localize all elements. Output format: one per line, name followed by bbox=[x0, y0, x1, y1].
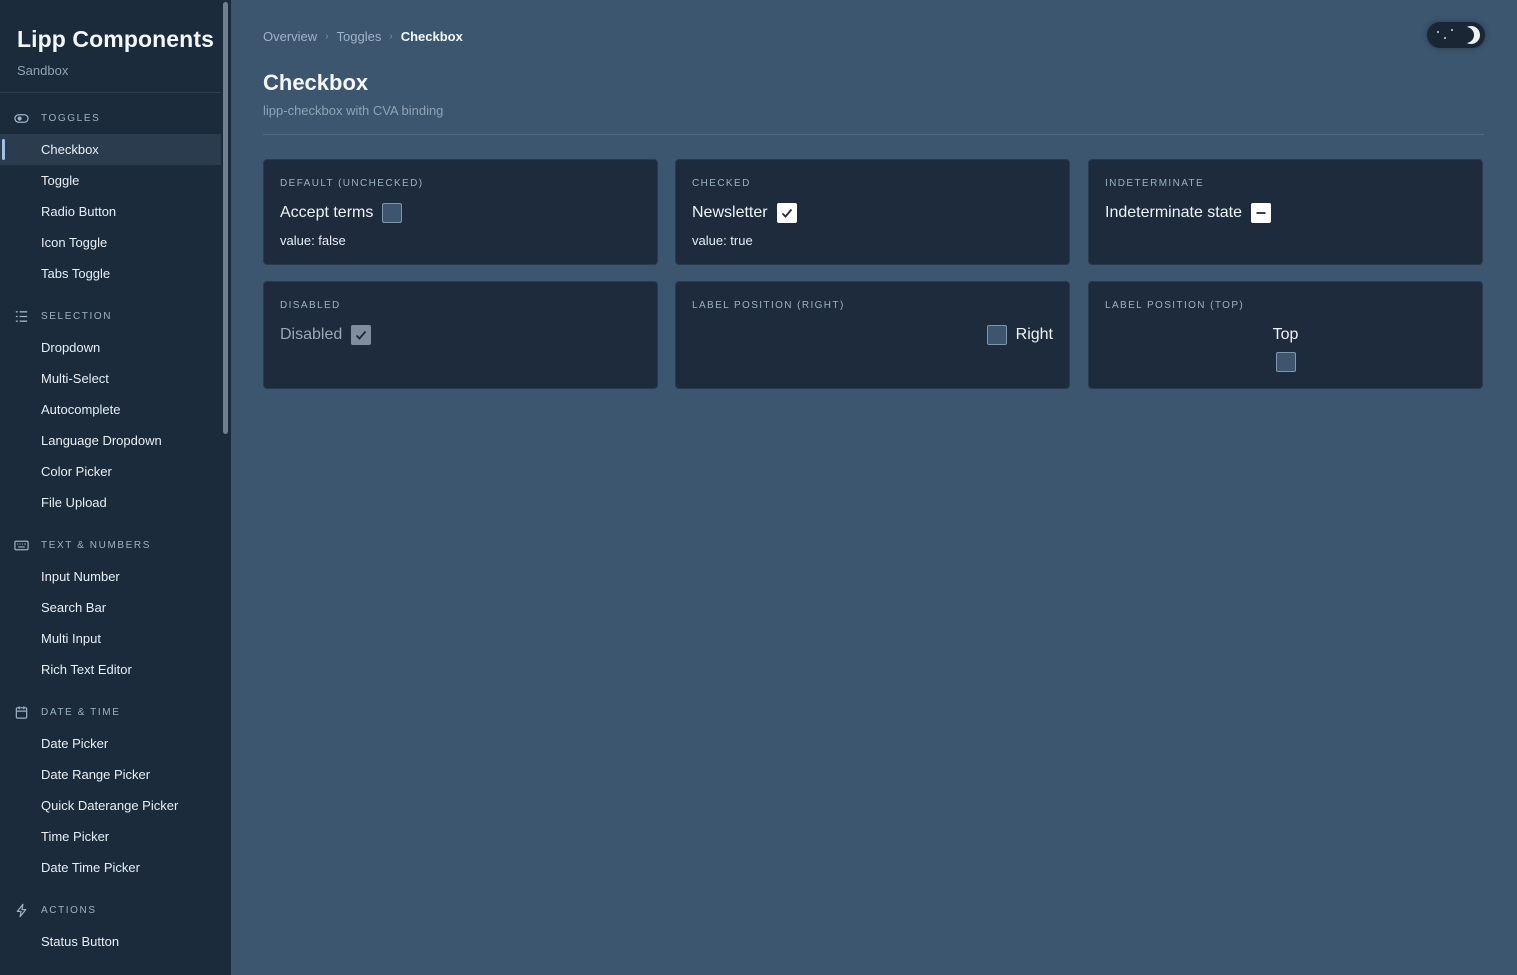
app-root: Lipp Components Sandbox TOGGLES Checkbox… bbox=[0, 0, 1517, 975]
sidebar-nav: TOGGLES Checkbox Toggle Radio Button Ico… bbox=[0, 103, 221, 957]
card-title: DEFAULT (UNCHECKED) bbox=[280, 178, 424, 189]
brand-subtitle: Sandbox bbox=[17, 63, 69, 78]
sidebar-item-autocomplete[interactable]: Autocomplete bbox=[0, 394, 221, 425]
checkbox-box[interactable] bbox=[1250, 203, 1271, 223]
sidebar: Lipp Components Sandbox TOGGLES Checkbox… bbox=[0, 0, 231, 975]
header-divider bbox=[263, 134, 1484, 135]
section-label: TEXT & NUMBERS bbox=[41, 540, 152, 551]
sidebar-item-search-bar[interactable]: Search Bar bbox=[0, 592, 221, 623]
section-label: TOGGLES bbox=[41, 113, 101, 124]
checkbox-box[interactable] bbox=[382, 203, 403, 223]
keyboard-icon bbox=[13, 538, 29, 554]
section-text-numbers: TEXT & NUMBERS bbox=[0, 530, 221, 561]
section-label: SELECTION bbox=[41, 311, 113, 322]
sidebar-item-icon-toggle[interactable]: Icon Toggle bbox=[0, 227, 221, 258]
card-checked: CHECKED Newsletter value: true bbox=[675, 159, 1070, 265]
moon-icon bbox=[1458, 26, 1480, 44]
checkbox-newsletter[interactable]: Newsletter bbox=[692, 203, 797, 223]
checkbox-label: Top bbox=[1272, 326, 1299, 343]
card-label-position-top: LABEL POSITION (TOP) Top bbox=[1088, 281, 1483, 389]
section-toggles: TOGGLES bbox=[0, 103, 221, 134]
card-title: CHECKED bbox=[692, 178, 751, 189]
brand-title: Lipp Components bbox=[17, 26, 214, 52]
star-icon bbox=[1451, 29, 1453, 31]
checkmark-icon bbox=[356, 330, 367, 340]
checkbox-box[interactable] bbox=[1275, 352, 1296, 372]
checkbox-label: Right bbox=[1015, 326, 1053, 343]
calendar-icon bbox=[13, 705, 29, 721]
minus-icon bbox=[1256, 212, 1266, 214]
checkbox-indeterminate[interactable]: Indeterminate state bbox=[1105, 203, 1271, 223]
sidebar-item-dropdown[interactable]: Dropdown bbox=[0, 332, 221, 363]
sidebar-item-input-number[interactable]: Input Number bbox=[0, 561, 221, 592]
sidebar-item-toggle[interactable]: Toggle bbox=[0, 165, 221, 196]
chevron-right-icon: › bbox=[389, 31, 393, 42]
card-disabled: DISABLED Disabled bbox=[263, 281, 658, 389]
checkbox-value: value: true bbox=[692, 233, 753, 248]
sidebar-item-quick-daterange-picker[interactable]: Quick Daterange Picker bbox=[0, 790, 221, 821]
card-title: LABEL POSITION (RIGHT) bbox=[692, 300, 845, 311]
card-indeterminate: INDETERMINATE Indeterminate state bbox=[1088, 159, 1483, 265]
checkbox-box[interactable] bbox=[986, 325, 1007, 345]
checkmark-icon bbox=[781, 208, 792, 218]
sidebar-item-checkbox[interactable]: Checkbox bbox=[0, 134, 221, 165]
sidebar-item-multi-select[interactable]: Multi-Select bbox=[0, 363, 221, 394]
sidebar-item-date-picker[interactable]: Date Picker bbox=[0, 728, 221, 759]
page-title: Checkbox bbox=[263, 70, 369, 95]
sidebar-item-file-upload[interactable]: File Upload bbox=[0, 487, 221, 518]
checkbox-accept-terms[interactable]: Accept terms bbox=[280, 203, 403, 223]
sidebar-item-date-range-picker[interactable]: Date Range Picker bbox=[0, 759, 221, 790]
section-date-time: DATE & TIME bbox=[0, 697, 221, 728]
breadcrumb-current: Checkbox bbox=[400, 29, 463, 44]
card-label-position-right: LABEL POSITION (RIGHT) Right bbox=[675, 281, 1070, 389]
checkbox-label-top[interactable]: Top bbox=[1089, 326, 1482, 372]
section-actions: ACTIONS bbox=[0, 895, 221, 926]
checkbox-value: value: false bbox=[280, 233, 346, 248]
section-label: DATE & TIME bbox=[41, 707, 121, 718]
card-title: LABEL POSITION (TOP) bbox=[1105, 300, 1245, 311]
breadcrumb-toggles[interactable]: Toggles bbox=[337, 29, 382, 44]
checkbox-box[interactable] bbox=[776, 203, 797, 223]
section-selection: SELECTION bbox=[0, 301, 221, 332]
sidebar-item-language-dropdown[interactable]: Language Dropdown bbox=[0, 425, 221, 456]
checkbox-label: Accept terms bbox=[280, 204, 374, 221]
brand: Lipp Components Sandbox bbox=[17, 26, 217, 78]
breadcrumb-overview[interactable]: Overview bbox=[263, 29, 317, 44]
bolt-icon bbox=[13, 903, 29, 919]
list-icon bbox=[13, 309, 29, 325]
star-icon bbox=[1444, 37, 1446, 39]
sidebar-item-color-picker[interactable]: Color Picker bbox=[0, 456, 221, 487]
chevron-right-icon: › bbox=[325, 31, 329, 42]
sidebar-item-radio-button[interactable]: Radio Button bbox=[0, 196, 221, 227]
checkbox-label: Indeterminate state bbox=[1105, 204, 1242, 221]
sidebar-item-date-time-picker[interactable]: Date Time Picker bbox=[0, 852, 221, 883]
star-icon bbox=[1437, 31, 1439, 33]
brand-divider bbox=[0, 92, 221, 93]
checkbox-box bbox=[351, 325, 372, 345]
sidebar-item-time-picker[interactable]: Time Picker bbox=[0, 821, 221, 852]
sidebar-scrollbar[interactable] bbox=[223, 2, 228, 434]
checkbox-label-right[interactable]: Right bbox=[986, 325, 1053, 345]
checkbox-label: Disabled bbox=[280, 326, 343, 343]
card-default-unchecked: DEFAULT (UNCHECKED) Accept terms value: … bbox=[263, 159, 658, 265]
checkbox-label: Newsletter bbox=[692, 204, 768, 221]
sidebar-item-multi-input[interactable]: Multi Input bbox=[0, 623, 221, 654]
card-title: INDETERMINATE bbox=[1105, 178, 1205, 189]
theme-toggle[interactable] bbox=[1427, 22, 1485, 48]
checkbox-disabled: Disabled bbox=[280, 325, 372, 345]
breadcrumb: Overview › Toggles › Checkbox bbox=[263, 29, 463, 44]
toggle-icon bbox=[13, 111, 29, 127]
sidebar-item-status-button[interactable]: Status Button bbox=[0, 926, 221, 957]
sidebar-item-tabs-toggle[interactable]: Tabs Toggle bbox=[0, 258, 221, 289]
section-label: ACTIONS bbox=[41, 905, 97, 916]
card-title: DISABLED bbox=[280, 300, 341, 311]
sidebar-item-rich-text-editor[interactable]: Rich Text Editor bbox=[0, 654, 221, 685]
page-subtitle: lipp-checkbox with CVA binding bbox=[263, 103, 444, 118]
